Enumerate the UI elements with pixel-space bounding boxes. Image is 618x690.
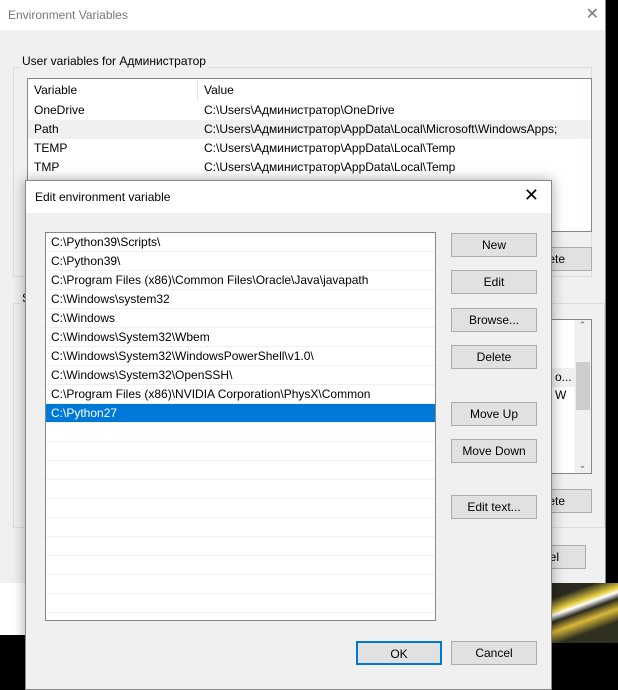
list-item[interactable] — [46, 537, 435, 556]
variable-value: C:\Users\Администратор\AppData\Local\Tem… — [204, 160, 456, 174]
list-item[interactable] — [46, 594, 435, 613]
list-item[interactable]: C:\Windows\System32\WindowsPowerShell\v1… — [46, 347, 435, 366]
window-title: Environment Variables — [0, 0, 605, 30]
list-cell: o... — [555, 370, 572, 384]
list-item[interactable]: C:\Python39\ — [46, 252, 435, 271]
column-variable[interactable]: Variable — [28, 79, 198, 101]
new-button[interactable]: New — [451, 233, 537, 257]
edit-button[interactable]: Edit — [451, 270, 537, 294]
desktop-wallpaper — [548, 583, 618, 643]
list-item[interactable] — [46, 575, 435, 594]
scrollbar[interactable]: ⌃ ⌄ — [574, 320, 591, 473]
close-icon[interactable]: ✕ — [586, 4, 599, 24]
list-item[interactable] — [46, 499, 435, 518]
table-row[interactable]: Path C:\Users\Администратор\AppData\Local… — [28, 120, 591, 139]
scroll-up-icon[interactable]: ⌃ — [574, 320, 591, 331]
scrollbar-thumb[interactable] — [576, 362, 590, 410]
list-item[interactable] — [46, 442, 435, 461]
table-row[interactable]: OneDrive C:\Users\Администратор\OneDrive — [28, 101, 591, 120]
table-row[interactable]: TEMP C:\Users\Администратор\AppData\Local… — [28, 139, 591, 158]
list-item[interactable] — [46, 480, 435, 499]
column-value[interactable]: Value — [198, 79, 234, 101]
user-variables-label: User variables for Администратор — [20, 54, 208, 68]
move-up-button[interactable]: Move Up — [451, 402, 537, 426]
list-item[interactable]: C:\Windows\System32\OpenSSH\ — [46, 366, 435, 385]
table-row[interactable]: TMP C:\Users\Администратор\AppData\Local\… — [28, 158, 591, 177]
dialog-title: Edit environment variable — [26, 181, 551, 213]
ok-button[interactable]: OK — [356, 641, 442, 665]
variable-value: C:\Users\Администратор\OneDrive — [204, 103, 395, 117]
list-item[interactable] — [46, 423, 435, 442]
list-item[interactable]: C:\Program Files (x86)\Common Files\Orac… — [46, 271, 435, 290]
list-cell: W — [555, 388, 567, 402]
list-item[interactable]: C:\Windows — [46, 309, 435, 328]
list-item[interactable]: C:\Windows\System32\Wbem — [46, 328, 435, 347]
list-item[interactable]: C:\Program Files (x86)\NVIDIA Corporatio… — [46, 385, 435, 404]
scroll-down-icon[interactable]: ⌄ — [574, 460, 591, 471]
list-item[interactable]: C:\Windows\system32 — [46, 290, 435, 309]
cancel-button[interactable]: Cancel — [451, 641, 537, 665]
variable-name: TEMP — [34, 141, 68, 155]
close-icon[interactable]: ✕ — [524, 185, 539, 206]
variable-value: C:\Users\Администратор\AppData\Local\Tem… — [204, 141, 456, 155]
edit-environment-variable-dialog: Edit environment variable ✕ C:\Python39\… — [25, 180, 552, 690]
variable-name: TMP — [34, 160, 60, 174]
move-down-button[interactable]: Move Down — [451, 439, 537, 463]
path-entries-list[interactable]: C:\Python39\Scripts\ C:\Python39\ C:\Progr… — [45, 232, 436, 621]
edit-text-button[interactable]: Edit text... — [451, 495, 537, 519]
list-item[interactable]: C:\Python27 — [46, 404, 435, 423]
list-item[interactable]: C:\Python39\Scripts\ — [46, 233, 435, 252]
delete-button[interactable]: Delete — [451, 345, 537, 369]
variable-name: OneDrive — [34, 103, 85, 117]
list-item[interactable] — [46, 518, 435, 537]
list-item[interactable] — [46, 461, 435, 480]
variable-value: C:\Users\Администратор\AppData\Local\Mic… — [204, 122, 558, 136]
variable-name: Path — [34, 122, 59, 136]
list-item[interactable] — [46, 556, 435, 575]
list-header: Variable Value — [28, 79, 591, 101]
browse-button[interactable]: Browse... — [451, 308, 537, 332]
